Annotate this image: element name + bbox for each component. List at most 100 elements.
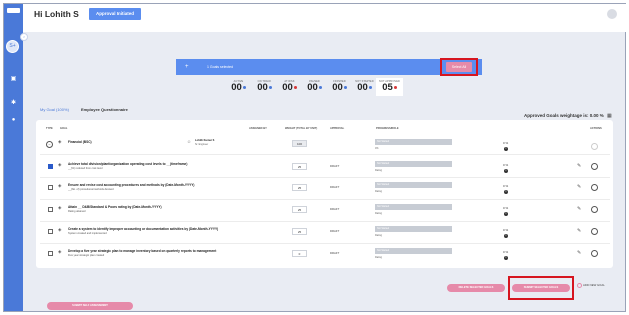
goal-title[interactable]: Create a system to identify improper acc…	[68, 227, 218, 231]
goal-checkbox[interactable]	[48, 251, 53, 256]
progress-percent: 0 %	[503, 228, 509, 232]
goal-title[interactable]: Achieve total division/plant/organizatio…	[68, 162, 187, 166]
goal-checkbox[interactable]	[48, 164, 53, 169]
edit-goal-icon[interactable]: ✎	[577, 228, 581, 234]
goal-subtitle: Rating attained	[68, 210, 86, 213]
weight-input[interactable]: 25	[292, 206, 307, 213]
status-dot-icon	[343, 85, 347, 89]
goal-type-icon: ◈	[58, 249, 62, 254]
weight-field: 100	[292, 140, 307, 147]
row-divider	[40, 177, 610, 178]
select-radio[interactable]	[591, 250, 598, 257]
progress-percent: 0 %	[503, 141, 509, 145]
goal-subtitle: System created and implemented	[68, 232, 107, 235]
counter-value: 00	[231, 82, 242, 93]
edit-goal-icon[interactable]: ✎	[577, 163, 581, 169]
rating-label: Rating	[375, 256, 382, 259]
info-icon[interactable]: i	[504, 169, 508, 173]
row-divider	[40, 221, 610, 222]
counter-value: 00	[282, 82, 293, 93]
collapse-icon[interactable]: −	[46, 141, 53, 148]
add-new-goal-button[interactable]: ADD NEW GOAL	[577, 283, 605, 288]
add-icon[interactable]: +	[185, 59, 189, 75]
person-icon: ☺	[187, 139, 192, 144]
select-radio[interactable]	[591, 184, 598, 191]
counter-not-started[interactable]: NOT STARTED 00	[351, 80, 378, 93]
counter-finished[interactable]: FINISHED 00	[326, 80, 353, 93]
counter-at-risk[interactable]: AT RISK 00	[276, 80, 303, 93]
info-icon[interactable]: i	[504, 256, 508, 260]
sidebar: S+ ▣ ✱ ●	[4, 4, 23, 311]
add-new-goal-label: ADD NEW GOAL	[583, 283, 605, 288]
rating-label: Rating	[375, 190, 382, 193]
edit-goal-icon[interactable]: ✎	[577, 250, 581, 256]
counter-value: 00	[257, 82, 268, 93]
approval-status-badge: Approval Initiated	[89, 8, 141, 20]
counter-value: 05	[382, 82, 393, 93]
select-radio[interactable]	[591, 228, 598, 235]
assigner-role: Sr. Engineer	[195, 143, 209, 146]
column-header-progress: PROGRESS/ROLE	[376, 127, 399, 130]
counter-not-approved[interactable]: NOT APPROVED 05	[376, 78, 403, 96]
delete-selected-goals-button[interactable]: DELETE SELECTED GOALS	[447, 284, 505, 292]
assigner-name: Lohith Kumar S	[195, 139, 215, 142]
progress-bar: Not Started	[375, 161, 452, 167]
info-icon[interactable]: i	[504, 190, 508, 194]
progress-percent: 0 %	[503, 163, 509, 167]
sidebar-toggle[interactable]: <	[20, 33, 28, 41]
goal-title[interactable]: Attain __ D&B/Standard & Poors rating by…	[68, 205, 162, 209]
goal-type-icon: ◈	[58, 162, 62, 167]
spreadsheet-icon[interactable]: ▦	[607, 113, 612, 119]
edit-goal-icon[interactable]: ✎	[577, 206, 581, 212]
select-radio[interactable]	[591, 143, 598, 150]
status-dot-icon	[293, 85, 297, 89]
submit-highlight	[508, 276, 574, 300]
goal-checkbox[interactable]	[48, 229, 53, 234]
goal-title[interactable]: Ensure and revise cost accounting proced…	[68, 183, 194, 187]
status-dot-icon	[318, 85, 322, 89]
counter-active[interactable]: ACTIVE 00	[225, 80, 252, 93]
selected-count-label: 1 Goals selected	[207, 65, 234, 69]
select-radio[interactable]	[591, 163, 598, 170]
rating-value: 0%	[375, 147, 379, 150]
avatar[interactable]	[607, 9, 617, 19]
edit-goal-icon[interactable]: ✎	[577, 184, 581, 190]
weight-input[interactable]: 25	[292, 184, 307, 191]
row-divider	[40, 243, 610, 244]
approval-status: DRAFT	[330, 185, 340, 189]
settings-icon[interactable]: ✱	[10, 100, 17, 107]
select-radio[interactable]	[591, 206, 598, 213]
greeting-title: Hi Lohith S	[34, 9, 79, 19]
rating-label: Rating	[375, 169, 382, 172]
app-logo[interactable]	[7, 8, 20, 13]
progress-percent: 0 %	[503, 184, 509, 188]
dashboard-icon[interactable]: ▣	[10, 76, 17, 83]
info-icon[interactable]: i	[504, 234, 508, 238]
rating-label: Rating	[375, 234, 382, 237]
submit-self-assessment-button[interactable]: SUBMIT SELF ASSESSMENT	[47, 302, 133, 310]
user-bubble[interactable]: S+	[6, 40, 19, 53]
goal-checkbox[interactable]	[48, 185, 53, 190]
column-header-assigned-by: ASSIGNED BY	[249, 127, 267, 130]
profile-icon[interactable]: ●	[10, 117, 17, 124]
tab-my-goal[interactable]: My Goal (100%)	[40, 107, 69, 112]
goals-table: TYPE GOAL ASSIGNED BY WEIGHT (TOTAL BY U…	[36, 120, 613, 268]
top-header: Hi Lohith S Approval Initiated	[23, 4, 626, 32]
column-header-approval: APPROVAL	[330, 127, 345, 130]
rating-label: Rating	[375, 212, 382, 215]
goal-checkbox[interactable]	[48, 207, 53, 212]
counter-on-track[interactable]: ON TRACK 00	[251, 80, 278, 93]
approval-status: DRAFT	[330, 229, 340, 233]
counter-value: 00	[307, 82, 318, 93]
tab-employee-questionnaire[interactable]: Employee Questionnaire	[81, 107, 128, 112]
goal-subtitle: __(%) reduced from cost level	[68, 167, 103, 170]
counter-paused[interactable]: PAUSED 00	[301, 80, 328, 93]
column-header-type: TYPE	[46, 127, 53, 130]
weight-input[interactable]: 25	[292, 163, 307, 170]
weight-input[interactable]: 0	[292, 250, 307, 257]
approval-status: DRAFT	[330, 207, 340, 211]
info-icon[interactable]: i	[504, 212, 508, 216]
weight-input[interactable]: 25	[292, 228, 307, 235]
info-icon[interactable]: i	[504, 147, 508, 151]
goal-title[interactable]: Develop a five year strategic plan to ma…	[68, 249, 216, 253]
